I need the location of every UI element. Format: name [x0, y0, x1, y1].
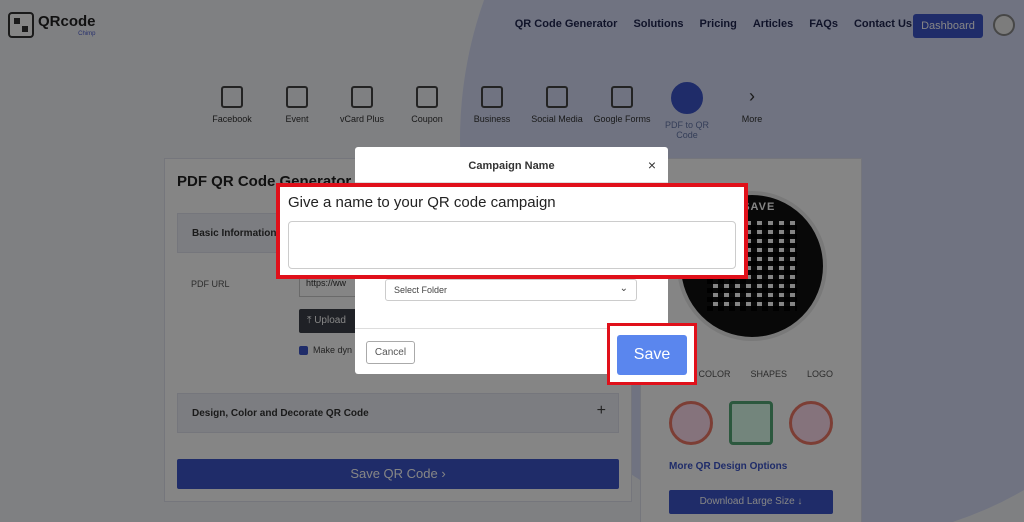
cancel-button[interactable]: Cancel — [366, 341, 415, 364]
campaign-name-input[interactable] — [288, 221, 736, 269]
save-button[interactable]: Save — [617, 335, 687, 375]
folder-select[interactable]: Select Folder ⌄ — [385, 279, 637, 301]
campaign-name-callout: Give a name to your QR code campaign — [276, 183, 748, 279]
folder-select-value: Select Folder — [394, 285, 448, 295]
save-button-callout: Save — [607, 323, 697, 385]
dialog-title: Campaign Name — [468, 160, 555, 172]
close-icon[interactable]: × — [648, 157, 656, 173]
chevron-down-icon: ⌄ — [619, 283, 628, 294]
campaign-name-label: Give a name to your QR code campaign — [288, 194, 556, 211]
